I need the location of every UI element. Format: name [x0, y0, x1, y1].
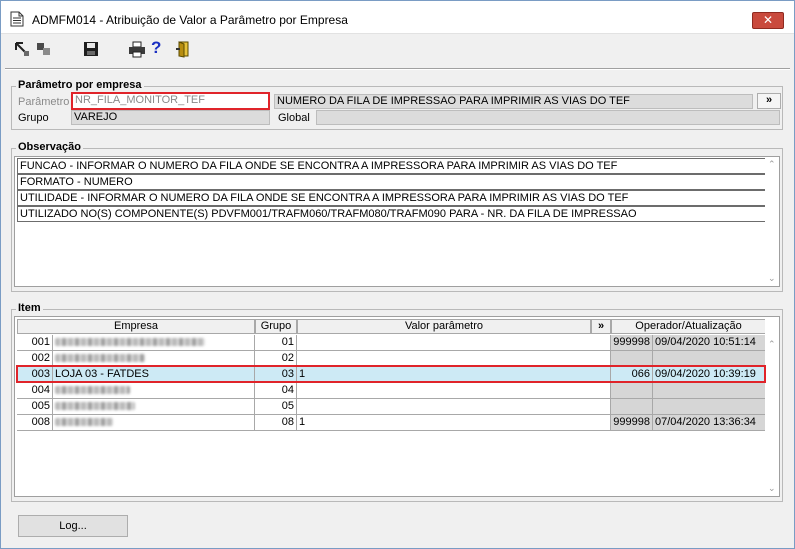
close-button[interactable]: ✕	[752, 12, 784, 29]
row-grupo[interactable]: 01	[255, 335, 297, 351]
header-expand-button[interactable]: »	[591, 319, 611, 334]
title-bar[interactable]: ADMFM014 - Atribuição de Valor a Parâmet…	[1, 1, 794, 34]
export-icon[interactable]	[35, 40, 53, 58]
row-data	[653, 399, 766, 415]
row-operador	[611, 399, 653, 415]
parametro-description: NUMERO DA FILA DE IMPRESSAO PARA IMPRIMI…	[274, 94, 753, 109]
parametro-lookup-button[interactable]: »	[757, 93, 781, 109]
save-icon[interactable]	[82, 40, 100, 58]
row-data: 09/04/2020 10:39:19	[653, 367, 766, 383]
toolbar-separator	[5, 68, 790, 70]
header-empresa[interactable]: Empresa	[17, 319, 255, 334]
redacted-text	[55, 386, 130, 395]
observacao-line: FORMATO - NUMERO	[17, 174, 766, 190]
scroll-up-icon[interactable]: ⌃	[768, 339, 776, 350]
row-grupo[interactable]: 04	[255, 383, 297, 399]
row-operador: 999998	[611, 415, 653, 431]
toolbar: ?	[1, 35, 794, 65]
row-empresa[interactable]	[53, 351, 255, 367]
row-valor[interactable]	[297, 399, 611, 415]
global-field	[316, 110, 780, 125]
row-code[interactable]: 005	[17, 399, 53, 415]
row-grupo[interactable]: 02	[255, 351, 297, 367]
redacted-text	[55, 402, 135, 411]
scroll-down-icon[interactable]: ⌄	[768, 273, 776, 284]
print-icon[interactable]	[128, 40, 146, 58]
row-operador: 066	[611, 367, 653, 383]
exit-door-icon[interactable]	[175, 40, 193, 58]
row-operador: 999998	[611, 335, 653, 351]
row-empresa[interactable]	[53, 399, 255, 415]
scroll-down-icon[interactable]: ⌄	[768, 483, 776, 494]
window-title: ADMFM014 - Atribuição de Valor a Parâmet…	[32, 13, 348, 27]
observacao-scrollbar[interactable]: ⌃ ⌄	[765, 157, 779, 286]
main-window: ADMFM014 - Atribuição de Valor a Parâmet…	[0, 0, 795, 549]
row-data: 09/04/2020 10:51:14	[653, 335, 766, 351]
global-label: Global	[278, 112, 310, 124]
redacted-text	[55, 354, 145, 363]
row-valor[interactable]: 1	[297, 367, 611, 383]
row-valor[interactable]	[297, 335, 611, 351]
grupo-field: VAREJO	[71, 110, 270, 125]
item-grid[interactable]: Empresa Grupo Valor parâmetro » Operador…	[14, 316, 780, 497]
header-valor[interactable]: Valor parâmetro	[297, 319, 591, 334]
row-empresa[interactable]	[53, 383, 255, 399]
row-grupo[interactable]: 03	[255, 367, 297, 383]
item-grid-scrollbar[interactable]: ⌃ ⌄	[765, 317, 779, 496]
row-valor[interactable]	[297, 351, 611, 367]
row-code[interactable]: 008	[17, 415, 53, 431]
row-empresa[interactable]	[53, 415, 255, 431]
row-grupo[interactable]: 08	[255, 415, 297, 431]
row-data: 07/04/2020 13:36:34	[653, 415, 766, 431]
redacted-text	[55, 338, 205, 347]
scroll-up-icon[interactable]: ⌃	[768, 159, 776, 170]
header-operador[interactable]: Operador/Atualização	[611, 319, 766, 334]
row-data	[653, 383, 766, 399]
observacao-line: FUNCAO - INFORMAR O NUMERO DA FILA ONDE …	[17, 158, 766, 174]
row-valor[interactable]: 1	[297, 415, 611, 431]
row-operador	[611, 383, 653, 399]
log-button[interactable]: Log...	[18, 515, 128, 537]
document-icon	[10, 11, 24, 27]
header-grupo[interactable]: Grupo	[255, 319, 297, 334]
observacao-line: UTILIZADO NO(S) COMPONENTE(S) PDVFM001/T…	[17, 206, 766, 222]
parametro-label: Parâmetro	[18, 96, 70, 108]
parametro-input[interactable]: NR_FILA_MONITOR_TEF	[71, 92, 270, 110]
parametro-empresa-legend: Parâmetro por empresa	[16, 79, 144, 91]
row-data	[653, 351, 766, 367]
row-grupo[interactable]: 05	[255, 399, 297, 415]
row-code[interactable]: 002	[17, 351, 53, 367]
row-operador	[611, 351, 653, 367]
redacted-text	[55, 418, 113, 427]
grupo-label: Grupo	[18, 112, 49, 124]
item-legend: Item	[16, 302, 43, 314]
observacao-line: UTILIDADE - INFORMAR O NUMERO DA FILA ON…	[17, 190, 766, 206]
row-empresa[interactable]: LOJA 03 - FATDES	[53, 367, 255, 383]
observacao-textbox[interactable]: FUNCAO - INFORMAR O NUMERO DA FILA ONDE …	[14, 156, 780, 287]
row-code[interactable]: 004	[17, 383, 53, 399]
row-code[interactable]: 003	[17, 367, 53, 383]
help-icon[interactable]: ?	[151, 38, 169, 57]
row-valor[interactable]	[297, 383, 611, 399]
row-code[interactable]: 001	[17, 335, 53, 351]
import-icon[interactable]	[13, 40, 31, 58]
row-empresa[interactable]	[53, 335, 255, 351]
observacao-legend: Observação	[16, 141, 83, 153]
